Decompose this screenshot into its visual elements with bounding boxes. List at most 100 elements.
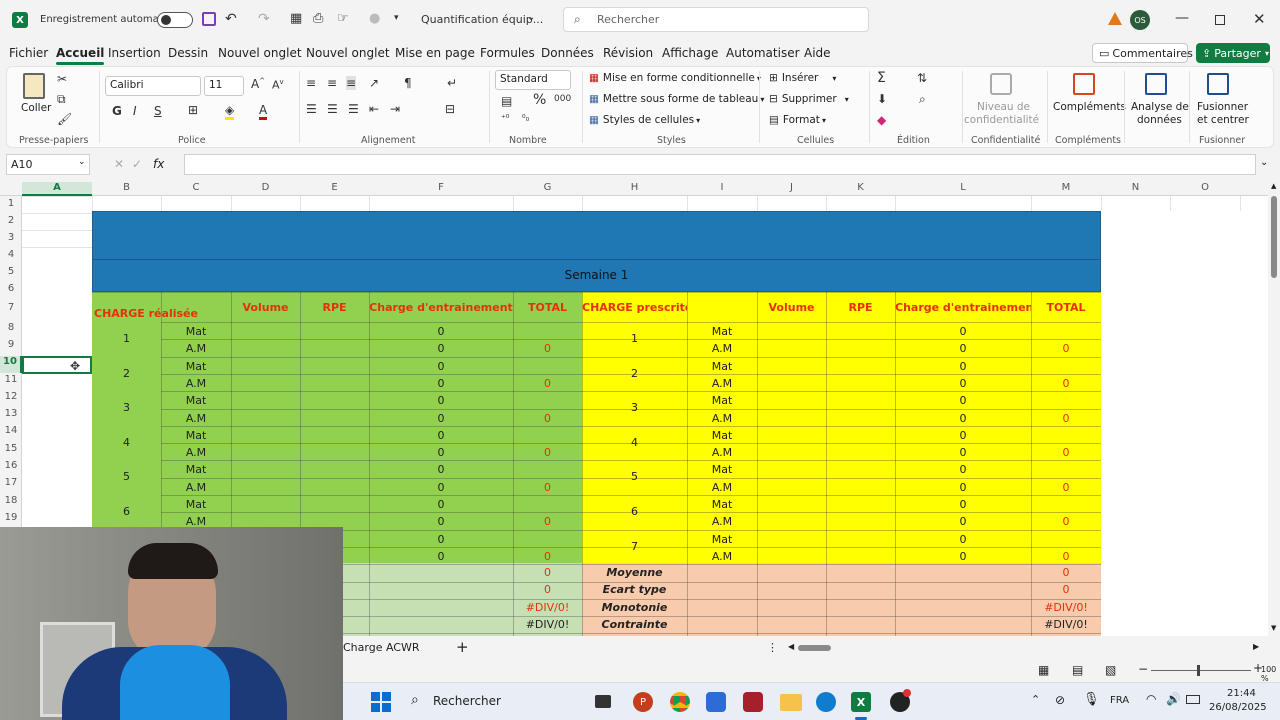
bold-icon[interactable]: G bbox=[112, 104, 122, 118]
merge-icon[interactable]: ⊟ bbox=[445, 102, 455, 116]
row-header[interactable]: 14 bbox=[0, 425, 22, 436]
align-center-icon[interactable]: ☰ bbox=[327, 102, 338, 116]
save-icon[interactable] bbox=[202, 12, 216, 26]
cut-icon[interactable]: ✂ bbox=[57, 72, 67, 86]
app-grid-icon[interactable] bbox=[743, 692, 763, 712]
excel-taskbar-icon[interactable]: X bbox=[851, 692, 871, 712]
orientation-icon[interactable]: ↗ bbox=[369, 76, 379, 90]
row-header[interactable]: 13 bbox=[0, 408, 22, 419]
conditional-formatting-button[interactable]: ▦Mise en forme conditionnelle▾ bbox=[589, 72, 761, 84]
autosum-icon[interactable]: Σ bbox=[877, 70, 886, 86]
insert-button[interactable]: ⊞ Insérer ▾ bbox=[769, 72, 836, 84]
find-icon[interactable]: ⌕ bbox=[919, 92, 926, 107]
column-header[interactable]: K bbox=[826, 182, 895, 193]
increase-decimal-icon[interactable]: ⁺⁰ bbox=[501, 114, 509, 124]
powerpoint-icon[interactable]: P bbox=[633, 692, 653, 712]
column-header[interactable]: A bbox=[22, 182, 92, 196]
paste-icon[interactable] bbox=[23, 73, 45, 99]
align-middle-icon[interactable]: ≡ bbox=[327, 76, 337, 90]
increase-font-icon[interactable]: A^ bbox=[251, 77, 265, 91]
row-header[interactable]: 6 bbox=[0, 283, 22, 294]
analyze-data-label-2[interactable]: données bbox=[1137, 114, 1182, 126]
tab-accueil[interactable]: Accueil bbox=[56, 46, 105, 65]
column-header[interactable]: I bbox=[687, 182, 757, 193]
column-header[interactable]: M bbox=[1031, 182, 1101, 193]
scroll-left-icon[interactable]: ◀ bbox=[788, 642, 794, 651]
currency-icon[interactable]: ▤ bbox=[501, 94, 512, 108]
column-header[interactable]: L bbox=[895, 182, 1031, 193]
search-box[interactable]: ⌕ Rechercher bbox=[563, 7, 869, 32]
font-color-icon[interactable]: A bbox=[259, 103, 268, 120]
tab-nouvel-onglet-2[interactable]: Nouvel onglet bbox=[306, 46, 390, 60]
touch-mode-icon[interactable]: ☞ bbox=[337, 11, 349, 26]
row-header[interactable]: 7 bbox=[0, 302, 22, 313]
row-header[interactable]: 1 bbox=[0, 198, 22, 209]
chrome-icon[interactable] bbox=[670, 692, 690, 712]
wrap-text-icon[interactable]: ↵ bbox=[447, 76, 457, 90]
analyze-data-icon[interactable] bbox=[1145, 73, 1167, 95]
borders-icon[interactable]: ⊞ bbox=[188, 103, 198, 117]
column-header[interactable]: C bbox=[161, 182, 231, 193]
font-name-dropdown[interactable]: Calibri bbox=[105, 76, 201, 96]
page-break-icon[interactable]: ▧ bbox=[1105, 663, 1116, 677]
redo-icon[interactable]: ↷ bbox=[258, 11, 270, 27]
row-header[interactable]: 11 bbox=[0, 374, 22, 385]
tab-fichier[interactable]: Fichier bbox=[9, 46, 48, 60]
normal-view-icon[interactable]: ▦ bbox=[1038, 663, 1049, 677]
tab-formules[interactable]: Formules bbox=[480, 46, 535, 60]
sort-filter-icon[interactable]: ⇅ bbox=[917, 71, 927, 85]
autosave-toggle[interactable] bbox=[157, 12, 193, 28]
network-off-icon[interactable]: ⊘ bbox=[1055, 693, 1065, 707]
tab-revision[interactable]: Révision bbox=[603, 46, 653, 60]
tab-options-icon[interactable]: ⋮ bbox=[767, 641, 778, 654]
sensitivity-icon[interactable] bbox=[990, 73, 1012, 95]
thousands-icon[interactable]: 000 bbox=[554, 94, 571, 104]
cancel-icon[interactable]: ✕ bbox=[114, 157, 124, 171]
wifi-icon[interactable]: ◠ bbox=[1146, 692, 1156, 706]
restore-icon[interactable] bbox=[1215, 15, 1225, 25]
merge-center-label-1[interactable]: Fusionner bbox=[1197, 101, 1248, 113]
format-button[interactable]: ▤ Format ▾ bbox=[769, 114, 826, 126]
windows-start-icon[interactable] bbox=[371, 692, 391, 712]
row-header[interactable]: 18 bbox=[0, 495, 22, 506]
scroll-right-icon[interactable]: ▶ bbox=[1253, 642, 1259, 651]
column-header[interactable]: O bbox=[1170, 182, 1240, 193]
merge-center-icon[interactable] bbox=[1207, 73, 1229, 95]
avatar[interactable]: OS bbox=[1130, 10, 1150, 30]
decrease-font-icon[interactable]: Av bbox=[272, 78, 284, 92]
undo-icon[interactable]: ↶ bbox=[225, 11, 237, 27]
edge-icon[interactable] bbox=[816, 692, 836, 712]
insert-function-icon[interactable]: fx bbox=[153, 157, 164, 171]
column-header[interactable]: H bbox=[582, 182, 687, 193]
align-bottom-icon[interactable]: ≡ bbox=[346, 76, 357, 90]
warning-icon[interactable] bbox=[1108, 12, 1122, 25]
zoom-out-icon[interactable]: − bbox=[1138, 662, 1148, 676]
row-header[interactable]: 16 bbox=[0, 460, 22, 471]
align-top-icon[interactable]: ≡ bbox=[306, 76, 316, 90]
circle-icon[interactable]: ● bbox=[369, 11, 380, 26]
font-size-dropdown[interactable]: 11 bbox=[204, 76, 244, 96]
column-header[interactable]: B bbox=[92, 182, 161, 193]
paste-button[interactable]: Coller bbox=[21, 102, 51, 114]
tab-mise-en-page[interactable]: Mise en page bbox=[395, 46, 475, 60]
horizontal-scrollbar-thumb[interactable] bbox=[798, 645, 831, 651]
expand-formula-icon[interactable]: ⌄ bbox=[1260, 157, 1268, 168]
file-explorer-icon[interactable] bbox=[780, 694, 802, 711]
document-title[interactable]: Quantification équip... bbox=[421, 13, 543, 26]
namebox-chevron-icon[interactable]: ⌄ bbox=[78, 157, 86, 167]
fill-icon[interactable]: ⬇ bbox=[877, 92, 887, 106]
taskbar-search-icon[interactable]: ⌕ bbox=[411, 692, 419, 708]
title-chevron-down-icon[interactable]: ⌄ bbox=[527, 12, 535, 23]
row-header[interactable]: 8 bbox=[0, 322, 22, 333]
column-header[interactable]: D bbox=[231, 182, 300, 193]
decrease-indent-icon[interactable]: ⇤ bbox=[369, 102, 379, 116]
addins-button[interactable]: Compléments bbox=[1053, 101, 1126, 113]
row-header[interactable]: 2 bbox=[0, 215, 22, 226]
cell-styles-button[interactable]: ▦ Styles de cellules ▾ bbox=[589, 114, 700, 126]
align-left-icon[interactable]: ☰ bbox=[306, 102, 317, 116]
show-hidden-icon[interactable]: ⌃ bbox=[1031, 693, 1040, 706]
analyze-data-label-1[interactable]: Analyse de bbox=[1131, 101, 1189, 113]
tab-affichage[interactable]: Affichage bbox=[662, 46, 718, 60]
row-header[interactable]: 12 bbox=[0, 391, 22, 402]
row-header[interactable]: 10 bbox=[0, 356, 22, 373]
